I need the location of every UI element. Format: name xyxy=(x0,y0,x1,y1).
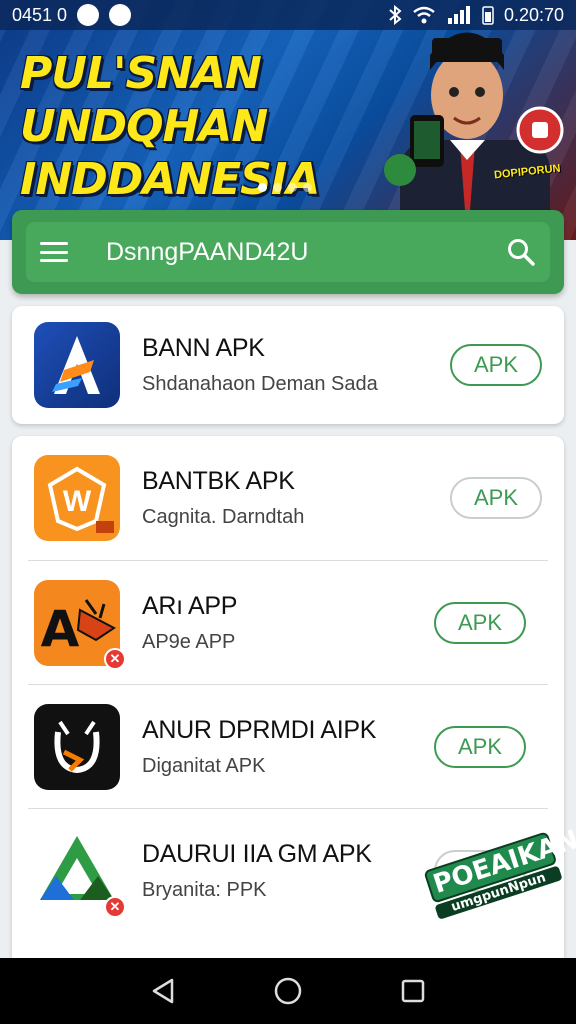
apk-button[interactable]: APK xyxy=(434,725,526,768)
carousel-dot[interactable] xyxy=(288,183,297,192)
blue-a-icon xyxy=(34,322,120,408)
app-subtitle: Cagnita. Darndtah xyxy=(142,506,305,528)
app-name: BANN APK xyxy=(142,334,265,362)
app-subtitle: Shdanahaon Deman Sada xyxy=(142,373,378,395)
banner-title: PUL'SNAN UNDQHAN INDDANESIA xyxy=(20,48,320,205)
battery-icon xyxy=(482,6,494,25)
status-bar: 0451 0 0.20:70 xyxy=(0,0,576,30)
apk-button[interactable]: APK xyxy=(434,601,526,644)
search-bar[interactable]: DsnngPAAND42U xyxy=(26,222,550,282)
apk-button[interactable]: APK xyxy=(450,344,542,386)
svg-text:A: A xyxy=(41,600,80,658)
wifi-icon xyxy=(413,6,435,24)
promo-banner[interactable]: PUL'SNAN UNDQHAN INDDANESIA DOPIPORUN xyxy=(0,0,576,240)
carousel-dot[interactable] xyxy=(303,183,312,192)
orange-w-icon: W xyxy=(34,455,120,541)
shield-icon xyxy=(77,4,100,26)
butterfly-icon xyxy=(109,4,132,26)
app-list-item[interactable]: A ✕ ARı APP AP9e APP APK xyxy=(28,560,548,684)
signal-icon xyxy=(447,6,470,24)
error-badge-icon: ✕ xyxy=(104,895,126,918)
app-subtitle: Bryanita: PPK xyxy=(142,878,267,901)
bluetooth-icon xyxy=(389,5,402,25)
carousel-dots xyxy=(258,183,312,192)
svg-text:W: W xyxy=(63,485,92,518)
hamburger-menu-icon[interactable] xyxy=(40,242,68,262)
app-name: BANTBK APK xyxy=(142,467,295,495)
search-icon[interactable] xyxy=(506,237,536,267)
green-triangle-icon: ✕ xyxy=(34,827,126,918)
back-icon[interactable] xyxy=(143,971,183,1011)
app-subtitle: AP9e APP xyxy=(142,630,236,653)
error-badge-icon: ✕ xyxy=(104,647,126,670)
home-icon[interactable] xyxy=(268,971,308,1011)
mascot-illustration xyxy=(384,32,564,240)
search-input[interactable]: DsnngPAAND42U xyxy=(106,238,506,267)
app-list-item[interactable]: ANUR DPRMDI AIPK Diganitat APK APK xyxy=(28,684,548,808)
recents-icon[interactable] xyxy=(393,971,433,1011)
black-u-icon xyxy=(34,703,120,790)
status-time: 0.20:70 xyxy=(503,4,564,25)
carousel-dot[interactable] xyxy=(273,183,282,192)
app-name: ARı APP xyxy=(142,591,238,620)
featured-app-card: BANN APK Shdanahaon Deman Sada APK xyxy=(12,306,564,424)
app-list-item[interactable]: W BANTBK APK Cagnita. Darndtah APK xyxy=(12,436,564,560)
app-list-item[interactable]: BANN APK Shdanahaon Deman Sada APK xyxy=(12,306,564,424)
status-left-text: 0451 0 xyxy=(12,4,68,25)
app-name: DAURUI IIA GM APK xyxy=(142,839,372,868)
app-subtitle: Diganitat APK xyxy=(142,754,266,777)
search-bar-container: DsnngPAAND42U xyxy=(12,210,564,294)
navigation-bar xyxy=(0,958,576,1024)
apk-button[interactable]: APK xyxy=(450,477,542,519)
carousel-dot-active[interactable] xyxy=(258,183,267,192)
orange-a-icon: A ✕ xyxy=(34,579,126,670)
app-name: ANUR DPRMDI AIPK xyxy=(142,715,377,744)
